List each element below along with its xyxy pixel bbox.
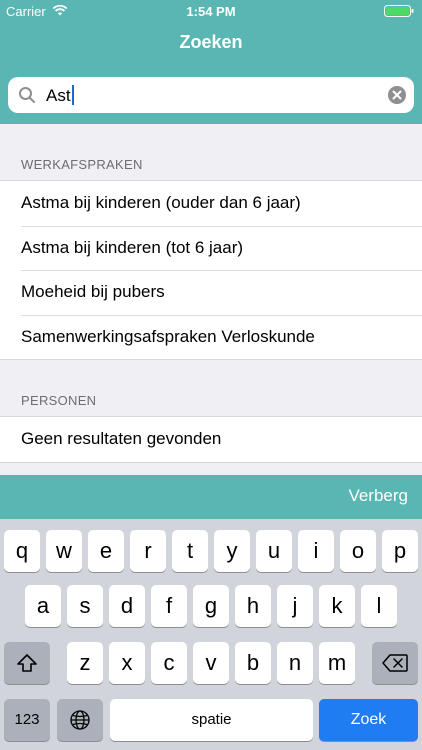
hide-keyboard-button[interactable]: Verberg [348,486,408,506]
shift-icon [17,654,37,672]
key-l[interactable]: l [361,585,397,627]
key-s[interactable]: s [67,585,103,627]
key-d[interactable]: d [109,585,145,627]
keyboard: q w e r t y u i o p a s d f g h j k l z … [0,519,422,750]
list-item[interactable]: Samenwerkingsafspraken Verloskunde [0,314,422,360]
list-item[interactable]: Astma bij kinderen (tot 6 jaar) [0,225,422,271]
header: Carrier 1:54 PM Zoeken Ast [0,0,422,124]
key-b[interactable]: b [235,642,271,684]
search-go-key[interactable]: Zoek [319,699,418,741]
key-o[interactable]: o [340,530,376,572]
key-j[interactable]: j [277,585,313,627]
section-header-personen: PERSONEN [21,393,97,408]
key-v[interactable]: v [193,642,229,684]
key-u[interactable]: u [256,530,292,572]
key-z[interactable]: z [67,642,103,684]
key-k[interactable]: k [319,585,355,627]
battery-icon [384,5,414,17]
key-p[interactable]: p [382,530,418,572]
page-title: Zoeken [179,32,243,52]
key-g[interactable]: g [193,585,229,627]
key-y[interactable]: y [214,530,250,572]
key-e[interactable]: e [88,530,124,572]
key-a[interactable]: a [25,585,61,627]
key-q[interactable]: q [4,530,40,572]
key-x[interactable]: x [109,642,145,684]
globe-icon [70,710,90,730]
list-item[interactable]: Moeheid bij pubers [0,270,422,315]
backspace-key[interactable] [372,642,418,684]
key-t[interactable]: t [172,530,208,572]
key-m[interactable]: m [319,642,355,684]
status-bar: Carrier 1:54 PM [0,0,422,22]
key-n[interactable]: n [277,642,313,684]
key-h[interactable]: h [235,585,271,627]
key-r[interactable]: r [130,530,166,572]
numbers-key[interactable]: 123 [4,699,50,741]
clock: 1:54 PM [186,4,236,19]
key-i[interactable]: i [298,530,334,572]
search-value: Ast [46,85,74,106]
personen-list: Geen resultaten gevonden [0,416,422,463]
key-w[interactable]: w [46,530,82,572]
list-item[interactable]: Astma bij kinderen (ouder dan 6 jaar) [0,181,422,226]
key-f[interactable]: f [151,585,187,627]
empty-result-item: Geen resultaten gevonden [21,429,222,448]
shift-key[interactable] [4,642,50,684]
globe-key[interactable] [57,699,103,741]
key-c[interactable]: c [151,642,187,684]
text-caret [71,85,74,105]
search-icon [19,87,35,103]
keyboard-accessory-bar: Verberg [0,475,422,519]
space-key[interactable]: spatie [110,699,313,741]
werkafspraken-list: Astma bij kinderen (ouder dan 6 jaar) As… [0,180,422,360]
backspace-icon [382,654,408,672]
search-input[interactable]: Ast [8,77,414,113]
section-header-werkafspraken: WERKAFSPRAKEN [21,157,143,172]
clear-icon[interactable] [388,86,406,104]
